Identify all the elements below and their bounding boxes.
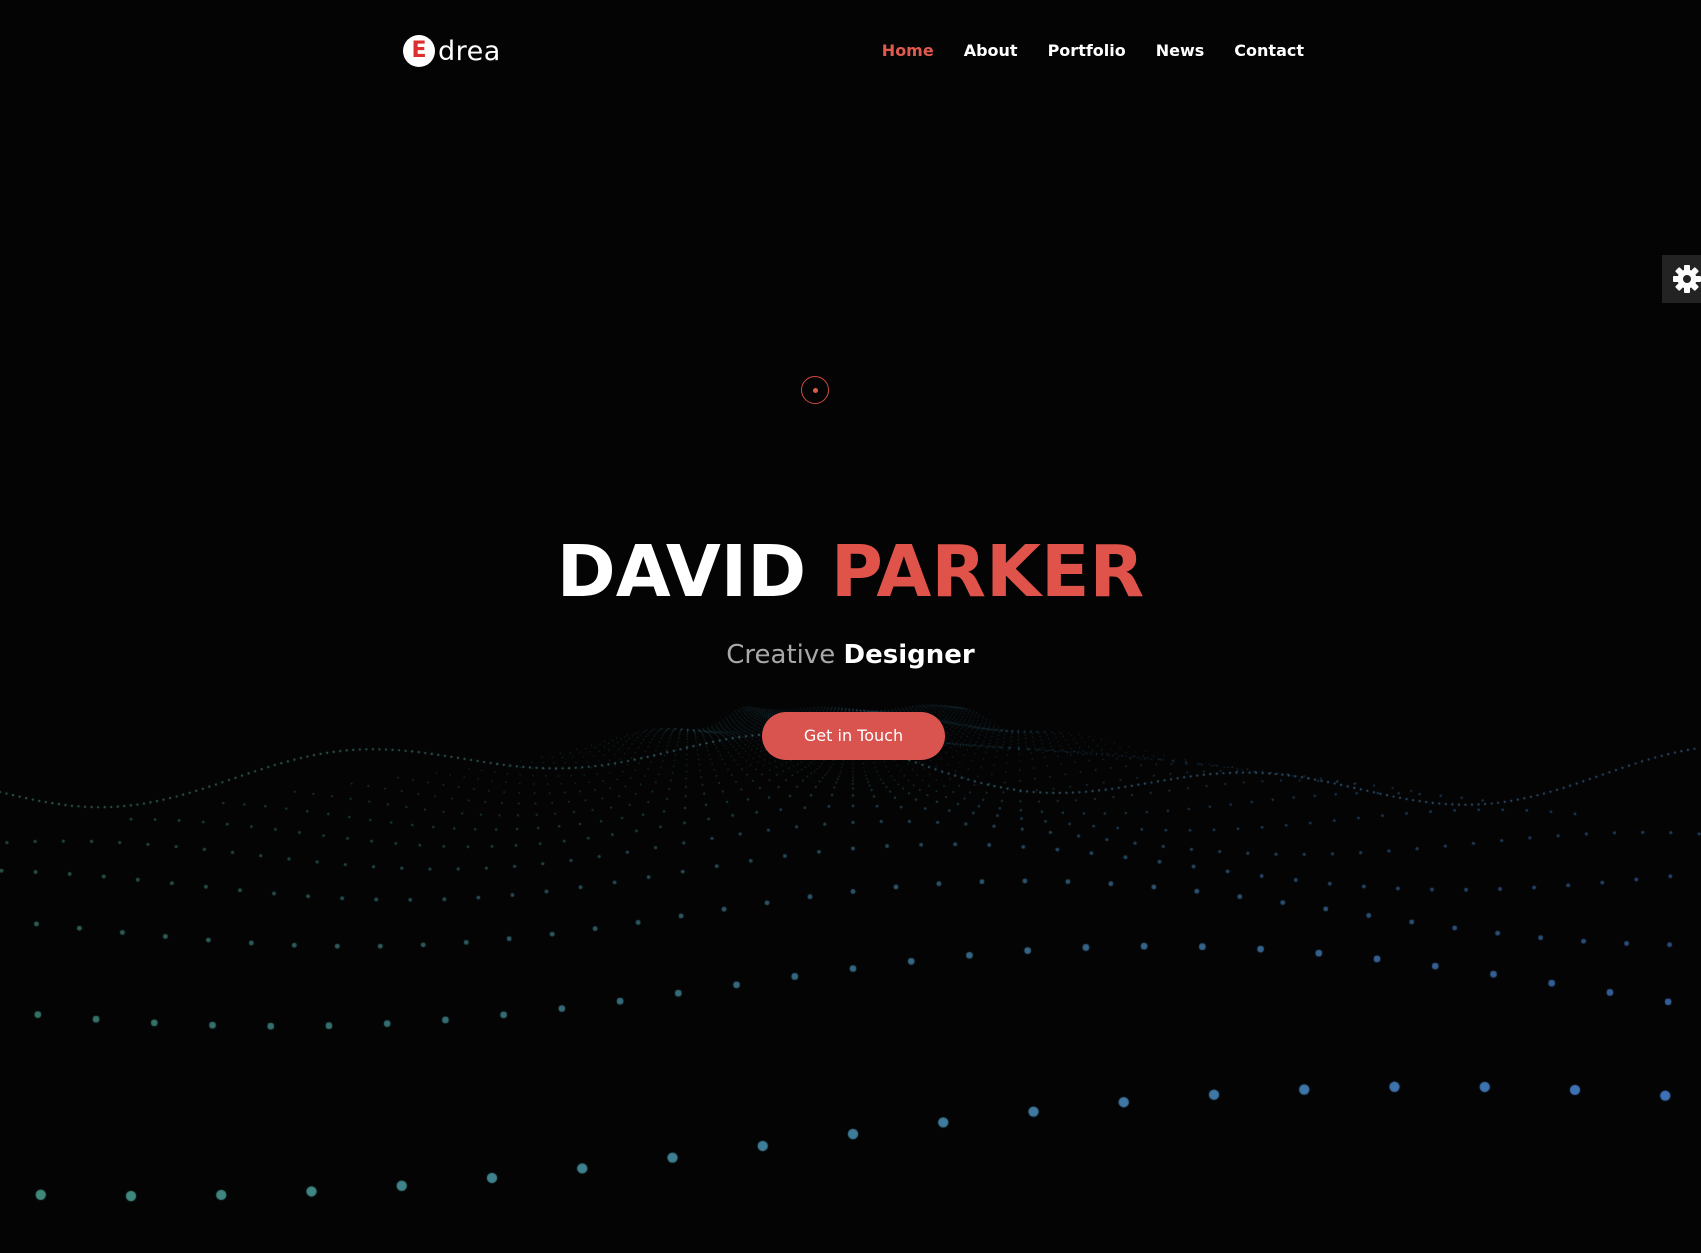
- nav-about[interactable]: About: [964, 40, 1018, 62]
- particle-wave-background: [0, 0, 1701, 1253]
- nav-news[interactable]: News: [1156, 40, 1205, 62]
- main-nav: Home About Portfolio News Contact: [882, 40, 1304, 62]
- settings-toggle-button[interactable]: [1662, 255, 1701, 303]
- hero-subtitle: Creative Designer: [0, 637, 1701, 673]
- hero-last-name: PARKER: [830, 530, 1145, 613]
- site-header: E drea Home About Portfolio News Contact: [0, 0, 1701, 102]
- get-in-touch-button[interactable]: Get in Touch: [762, 712, 945, 760]
- logo-badge: E: [403, 35, 435, 67]
- nav-portfolio[interactable]: Portfolio: [1048, 40, 1126, 62]
- hero-subtitle-light: Creative: [726, 640, 836, 670]
- logo-text: drea: [438, 35, 501, 67]
- page: E drea Home About Portfolio News Contact: [0, 0, 1701, 1253]
- nav-home[interactable]: Home: [882, 40, 934, 62]
- hero-first-name: DAVID: [556, 530, 807, 613]
- hero-title: DAVID PARKER: [0, 527, 1701, 617]
- hero-subtitle-bold: Designer: [843, 640, 975, 670]
- scroll-indicator-icon: [801, 376, 829, 404]
- gear-icon: [1673, 265, 1701, 293]
- scroll-indicator-dot: [812, 387, 818, 393]
- site-logo[interactable]: E drea: [403, 35, 501, 67]
- nav-contact[interactable]: Contact: [1234, 40, 1304, 62]
